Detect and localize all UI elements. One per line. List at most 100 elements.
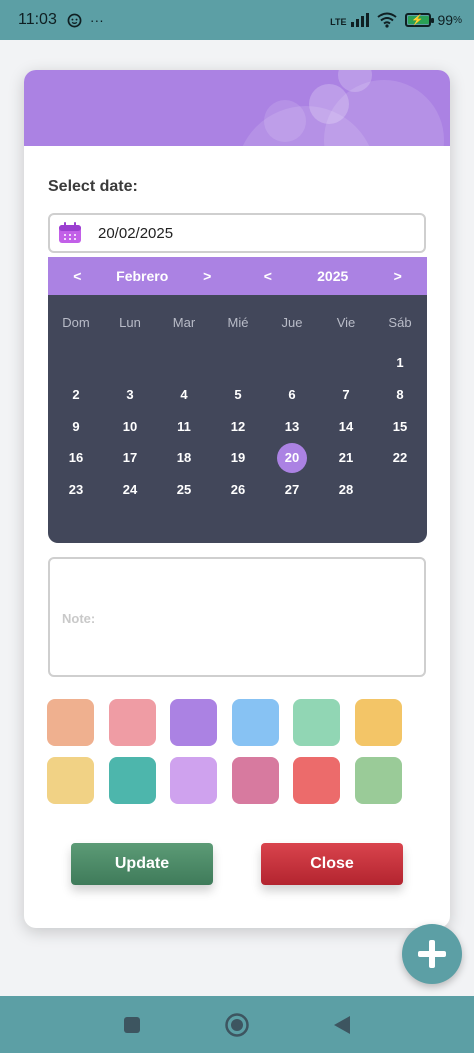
calendar-day-label: 2 bbox=[72, 387, 80, 403]
calendar-day[interactable]: 18 bbox=[157, 442, 211, 474]
calendar-day-label: 9 bbox=[72, 418, 80, 434]
month-label[interactable]: Febrero bbox=[107, 268, 178, 284]
calendar-day[interactable]: 25 bbox=[157, 474, 211, 506]
calendar-empty-cell bbox=[157, 347, 211, 379]
calendar-day-label: 15 bbox=[392, 418, 408, 434]
calendar-day[interactable]: 2 bbox=[49, 379, 103, 411]
calendar-day-label bbox=[223, 348, 253, 378]
color-swatch[interactable] bbox=[354, 699, 402, 746]
calendar-day[interactable]: 14 bbox=[319, 410, 373, 442]
year-label[interactable]: 2025 bbox=[297, 268, 368, 284]
calendar-empty-cell bbox=[373, 474, 427, 506]
color-swatch[interactable] bbox=[231, 757, 279, 804]
calendar-day-label: 26 bbox=[230, 482, 246, 498]
weekday-label: Jue bbox=[281, 315, 303, 330]
color-swatch[interactable] bbox=[170, 757, 218, 804]
color-swatch[interactable] bbox=[293, 699, 341, 746]
calendar-day-label: 14 bbox=[338, 418, 354, 434]
calendar-day[interactable]: 7 bbox=[319, 379, 373, 411]
color-swatch[interactable] bbox=[47, 699, 94, 746]
calendar-day[interactable]: 8 bbox=[373, 379, 427, 411]
prev-year-button[interactable]: < bbox=[238, 268, 297, 284]
back-triangle-icon bbox=[333, 1015, 350, 1034]
lte-signal-icon: LTE bbox=[330, 13, 369, 27]
plus-icon bbox=[418, 940, 446, 968]
calendar-day[interactable]: 24 bbox=[103, 474, 157, 506]
calendar-day[interactable]: 15 bbox=[373, 410, 427, 442]
calendar-day-label: 20 bbox=[277, 442, 307, 473]
messenger-icon bbox=[67, 13, 82, 27]
color-swatch[interactable] bbox=[108, 757, 156, 804]
date-value: 20/02/2025 bbox=[98, 224, 174, 242]
color-swatch[interactable] bbox=[231, 699, 279, 746]
calendar-day[interactable]: 5 bbox=[211, 379, 265, 411]
weekday-label: Sáb bbox=[388, 315, 412, 330]
calendar-day-label: 28 bbox=[338, 482, 354, 498]
note-input[interactable]: Note: bbox=[48, 557, 426, 677]
color-swatch[interactable] bbox=[47, 757, 94, 804]
prev-month-button[interactable]: < bbox=[48, 268, 107, 284]
calendar-day-label: 8 bbox=[396, 387, 404, 403]
calendar-day[interactable]: 3 bbox=[103, 379, 157, 411]
day-grid: 1 2 3 4 5 6 7 8 9 10 11 12 13 14 15 16 17 18 19 20 21 22 23 24 2… bbox=[48, 347, 427, 505]
calendar-day[interactable]: 28 bbox=[319, 474, 373, 506]
calendar-day[interactable]: 27 bbox=[265, 474, 319, 506]
calendar-day-label: 19 bbox=[230, 450, 246, 466]
calendar-day-label: 24 bbox=[122, 482, 138, 498]
status-bar: 11:03 ··· LTE ⚡ 99% bbox=[0, 0, 474, 40]
calendar-day[interactable]: 6 bbox=[265, 379, 319, 411]
calendar-day-label: 17 bbox=[122, 450, 138, 466]
calendar-day[interactable]: 26 bbox=[211, 474, 265, 506]
color-swatch[interactable] bbox=[354, 757, 402, 804]
calendar-day[interactable]: 13 bbox=[265, 410, 319, 442]
calendar-day-label bbox=[277, 348, 307, 378]
weekday-label: Lun bbox=[119, 315, 141, 330]
calendar-day-label bbox=[61, 348, 91, 378]
calendar-day-label: 18 bbox=[176, 450, 192, 466]
calendar-day[interactable]: 19 bbox=[211, 442, 265, 474]
wifi-icon bbox=[376, 12, 397, 28]
calendar-day[interactable]: 17 bbox=[103, 442, 157, 474]
calendar-day-label bbox=[169, 348, 199, 378]
calendar-day[interactable]: 1 bbox=[373, 347, 427, 379]
calendar-empty-cell bbox=[211, 347, 265, 379]
weekday-row: Dom Lun Mar Mié Jue Vie Sáb bbox=[48, 315, 427, 337]
calendar-day-label: 6 bbox=[288, 387, 296, 403]
calendar-day-label bbox=[115, 348, 145, 378]
calendar-day-label: 1 bbox=[396, 355, 404, 371]
color-swatch[interactable] bbox=[293, 757, 341, 804]
home-circle-icon bbox=[225, 1012, 249, 1037]
date-picker-header: < Febrero > < 2025 > bbox=[48, 257, 427, 295]
calendar-day[interactable]: 20 bbox=[265, 442, 319, 474]
color-swatch[interactable] bbox=[108, 699, 156, 746]
home-button[interactable] bbox=[217, 1005, 257, 1045]
edit-note-dialog: Select date: 20/02/2025 < Febrero > < 20… bbox=[24, 70, 450, 928]
calendar-day-label: 13 bbox=[284, 418, 300, 434]
close-button[interactable]: Close bbox=[261, 843, 403, 885]
calendar-day-label: 22 bbox=[392, 450, 408, 466]
calendar-day[interactable]: 16 bbox=[49, 442, 103, 474]
calendar-day[interactable]: 9 bbox=[49, 410, 103, 442]
back-button[interactable] bbox=[322, 1005, 362, 1045]
more-notifications-icon: ··· bbox=[89, 12, 104, 28]
calendar-day[interactable]: 12 bbox=[211, 410, 265, 442]
date-input[interactable]: 20/02/2025 bbox=[48, 213, 426, 253]
calendar-day-label: 5 bbox=[234, 387, 242, 403]
recents-button[interactable] bbox=[112, 1005, 152, 1045]
next-year-button[interactable]: > bbox=[368, 268, 427, 284]
calendar-day[interactable]: 21 bbox=[319, 442, 373, 474]
color-swatch[interactable] bbox=[170, 699, 218, 746]
color-palette bbox=[47, 699, 402, 804]
calendar-day[interactable]: 10 bbox=[103, 410, 157, 442]
battery-indicator: ⚡ 99% bbox=[404, 12, 462, 28]
next-month-button[interactable]: > bbox=[178, 268, 237, 284]
calendar-day[interactable]: 22 bbox=[373, 442, 427, 474]
calendar-day[interactable]: 11 bbox=[157, 410, 211, 442]
calendar-day[interactable]: 23 bbox=[49, 474, 103, 506]
calendar-day-label: 3 bbox=[126, 387, 134, 403]
update-button[interactable]: Update bbox=[71, 843, 213, 885]
add-button[interactable] bbox=[402, 924, 462, 984]
calendar-day-label bbox=[331, 348, 361, 378]
battery-icon: ⚡ bbox=[404, 13, 434, 27]
calendar-day[interactable]: 4 bbox=[157, 379, 211, 411]
